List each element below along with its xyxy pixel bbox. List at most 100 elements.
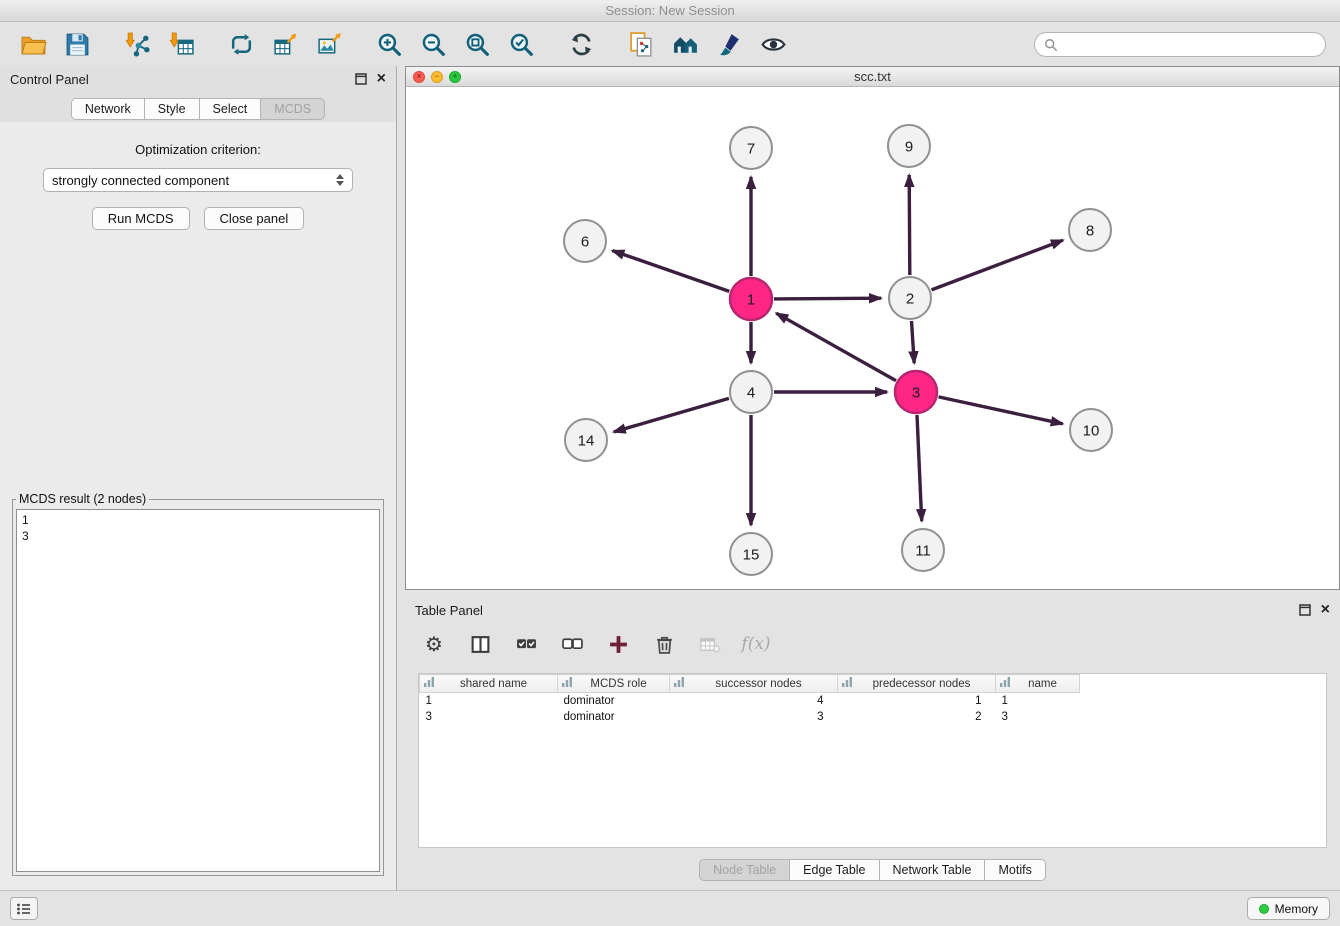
select-all-button[interactable] xyxy=(513,630,539,658)
brush-icon xyxy=(716,31,743,58)
svg-text:6: 6 xyxy=(581,233,589,250)
svg-text:7: 7 xyxy=(747,140,755,157)
tab-network[interactable]: Network xyxy=(71,98,145,120)
sort-icon xyxy=(1000,677,1010,690)
tab-motifs[interactable]: Motifs xyxy=(985,859,1045,881)
graph-edge-2-8[interactable] xyxy=(932,240,1063,290)
mcds-result-line: 3 xyxy=(22,528,374,544)
table-row[interactable]: 1dominator411 xyxy=(420,693,1080,709)
svg-text:11: 11 xyxy=(915,542,931,559)
graph-node-4[interactable]: 4 xyxy=(730,371,772,413)
graph-node-6[interactable]: 6 xyxy=(564,220,606,262)
network-window-title: scc.txt xyxy=(406,69,1339,84)
graph-node-7[interactable]: 7 xyxy=(730,127,772,169)
svg-text:14: 14 xyxy=(578,432,595,449)
column-header-predecessor-nodes[interactable]: predecessor nodes xyxy=(838,675,996,693)
node-table: shared nameMCDS rolesuccessor nodesprede… xyxy=(419,674,1080,725)
copy-network-button[interactable] xyxy=(622,27,660,63)
zoom-out-button[interactable] xyxy=(414,27,452,63)
close-control-panel-icon[interactable]: × xyxy=(377,72,386,86)
table-toolbar: ⚙ xyxy=(405,623,1340,665)
function-builder-button: f(x) xyxy=(743,630,769,658)
save-session-button[interactable] xyxy=(58,27,96,63)
column-header-shared-name[interactable]: shared name xyxy=(420,675,558,693)
graph-node-11[interactable]: 11 xyxy=(902,529,944,571)
split-columns-button[interactable] xyxy=(467,630,493,658)
graph-edge-1-6[interactable] xyxy=(612,251,729,292)
graph-edge-2-3[interactable] xyxy=(912,321,915,363)
graph-edge-2-9[interactable] xyxy=(909,175,910,275)
delete-table-button xyxy=(697,630,723,658)
show-hide-button[interactable] xyxy=(754,27,792,63)
graph-edge-4-14[interactable] xyxy=(614,398,729,432)
column-header-mcds-role[interactable]: MCDS role xyxy=(558,675,670,693)
table-panel-tabs: Node TableEdge TableNetwork TableMotifs xyxy=(405,859,1340,881)
table-settings-button[interactable]: ⚙ xyxy=(421,630,447,658)
zoom-fit-button[interactable] xyxy=(458,27,496,63)
graph-edge-1-2[interactable] xyxy=(774,298,881,299)
floppy-icon xyxy=(64,31,91,58)
graph-node-14[interactable]: 14 xyxy=(565,419,607,461)
panel-list-button[interactable] xyxy=(10,897,38,920)
search-input[interactable] xyxy=(1064,38,1316,52)
graph-edge-3-11[interactable] xyxy=(917,415,922,521)
svg-text:9: 9 xyxy=(905,138,913,155)
import-network-button[interactable] xyxy=(118,27,156,63)
svg-text:2: 2 xyxy=(906,290,914,307)
network-home-button[interactable] xyxy=(666,27,704,63)
graph-node-1[interactable]: 1 xyxy=(730,278,772,320)
close-panel-button[interactable]: Close panel xyxy=(204,207,305,230)
svg-text:10: 10 xyxy=(1083,422,1100,439)
graph-edge-3-10[interactable] xyxy=(939,397,1063,424)
network-share-button[interactable] xyxy=(222,27,260,63)
export-table-button[interactable] xyxy=(266,27,304,63)
network-graph[interactable]: 7 9 6 8 1 2 4 3 14 10 15 11 xyxy=(406,88,1339,589)
run-mcds-button[interactable]: Run MCDS xyxy=(92,207,190,230)
select-arrows-icon xyxy=(336,174,344,186)
tab-network-table[interactable]: Network Table xyxy=(880,859,986,881)
open-session-button[interactable] xyxy=(14,27,52,63)
svg-text:15: 15 xyxy=(743,546,760,563)
delete-row-button[interactable] xyxy=(651,630,677,658)
graph-node-9[interactable]: 9 xyxy=(888,125,930,167)
float-panel-icon[interactable] xyxy=(355,73,367,85)
graph-node-15[interactable]: 15 xyxy=(730,533,772,575)
column-header-name[interactable]: name xyxy=(996,675,1080,693)
tab-mcds[interactable]: MCDS xyxy=(261,98,325,120)
sort-icon xyxy=(842,677,852,690)
graph-node-8[interactable]: 8 xyxy=(1069,209,1111,251)
sort-icon xyxy=(674,677,684,690)
zoom-window-icon[interactable]: + xyxy=(449,71,461,83)
close-window-icon[interactable]: × xyxy=(413,71,425,83)
optimization-select[interactable]: strongly connected component xyxy=(43,168,353,192)
import-table-button[interactable] xyxy=(162,27,200,63)
close-table-panel-icon[interactable]: × xyxy=(1321,603,1330,617)
float-table-panel-icon[interactable] xyxy=(1299,604,1311,616)
tab-select[interactable]: Select xyxy=(200,98,262,120)
network-canvas[interactable]: 7 9 6 8 1 2 4 3 14 10 15 11 xyxy=(406,88,1339,589)
zoom-in-button[interactable] xyxy=(370,27,408,63)
tab-node-table[interactable]: Node Table xyxy=(699,859,790,881)
clear-selection-button[interactable] xyxy=(559,630,585,658)
svg-text:3: 3 xyxy=(912,384,920,401)
graph-edge-3-1[interactable] xyxy=(776,313,896,381)
select-all-icon xyxy=(516,634,537,655)
add-row-button[interactable] xyxy=(605,630,631,658)
column-header-successor-nodes[interactable]: successor nodes xyxy=(670,675,838,693)
zoom-selected-button[interactable] xyxy=(502,27,540,63)
tab-style[interactable]: Style xyxy=(145,98,200,120)
delete-table-icon xyxy=(700,634,721,655)
graph-node-10[interactable]: 10 xyxy=(1070,409,1112,451)
search-box[interactable] xyxy=(1034,32,1326,57)
tab-edge-table[interactable]: Edge Table xyxy=(790,859,879,881)
minimize-window-icon[interactable]: − xyxy=(431,71,443,83)
optimization-criterion-label: Optimization criterion: xyxy=(0,142,396,157)
refresh-layout-button[interactable] xyxy=(562,27,600,63)
graph-node-2[interactable]: 2 xyxy=(889,277,931,319)
memory-button[interactable]: Memory xyxy=(1247,897,1330,920)
table-row[interactable]: 3dominator323 xyxy=(420,709,1080,725)
graph-node-3[interactable]: 3 xyxy=(895,371,937,413)
export-image-button[interactable] xyxy=(310,27,348,63)
paint-style-button[interactable] xyxy=(710,27,748,63)
app-window: Session: New Session xyxy=(0,0,1340,926)
